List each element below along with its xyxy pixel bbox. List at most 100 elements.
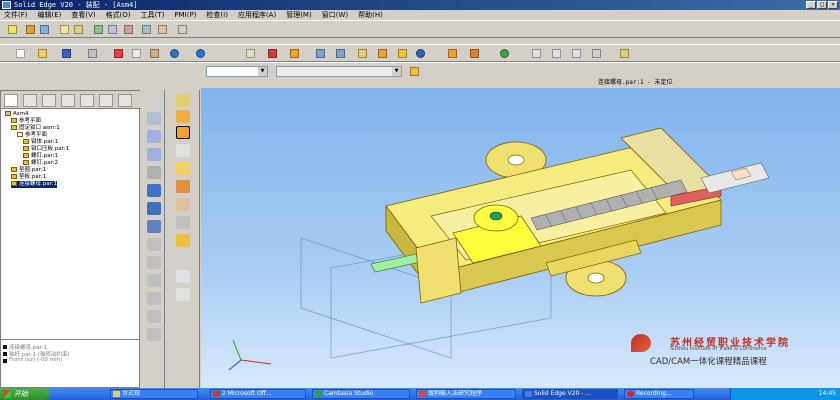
sketch-icon[interactable] xyxy=(58,23,71,36)
hole-icon[interactable] xyxy=(147,166,161,179)
display-icon[interactable] xyxy=(468,47,481,60)
tree-item[interactable]: 钳口压板.par:1 xyxy=(23,146,69,153)
insert-component-icon[interactable] xyxy=(176,162,190,175)
view-iso-icon[interactable] xyxy=(334,47,347,60)
assemble-icon[interactable] xyxy=(176,110,190,123)
inspect-icon[interactable] xyxy=(122,23,135,36)
taskbar-item[interactable]: 2 Microsoft Off... xyxy=(210,389,306,399)
format-painter-icon[interactable] xyxy=(408,65,421,78)
close-button[interactable]: × xyxy=(828,1,838,9)
replace-part-icon[interactable] xyxy=(266,47,279,60)
tab-alternate-assemblies[interactable] xyxy=(99,94,113,107)
select-arrow-icon[interactable] xyxy=(176,94,190,107)
open-file-icon[interactable] xyxy=(36,47,49,60)
revolve-icon[interactable] xyxy=(147,148,161,161)
properties-icon[interactable] xyxy=(38,23,51,36)
cutout-icon[interactable] xyxy=(147,184,161,197)
insert-part-icon[interactable] xyxy=(244,47,257,60)
group-icon[interactable] xyxy=(176,216,190,229)
tree-item[interactable]: 参考平面 xyxy=(17,132,47,139)
rotate-icon[interactable] xyxy=(498,47,511,60)
chamfer-icon[interactable] xyxy=(147,220,161,233)
style-combo[interactable]: ▼ xyxy=(206,66,268,77)
draft-icon[interactable] xyxy=(147,274,161,287)
cut-icon[interactable] xyxy=(112,47,125,60)
tab-feature-library[interactable] xyxy=(42,94,56,107)
tab-layers[interactable] xyxy=(61,94,75,107)
pattern-icon[interactable] xyxy=(147,238,161,251)
relations-icon[interactable] xyxy=(92,23,105,36)
shaded-edges-icon[interactable] xyxy=(396,47,409,60)
tree-item[interactable]: 垫板.par:1 xyxy=(11,174,46,181)
part-icon[interactable] xyxy=(72,23,85,36)
tab-parts-library[interactable] xyxy=(23,94,37,107)
mirror-icon[interactable] xyxy=(147,256,161,269)
start-button[interactable]: 开始 xyxy=(0,388,50,400)
zoom-area-icon[interactable] xyxy=(288,47,301,60)
tree-root[interactable]: Asm4 xyxy=(5,111,29,118)
zoom-in-icon[interactable] xyxy=(550,47,563,60)
shell-icon[interactable] xyxy=(147,292,161,305)
save-icon[interactable] xyxy=(60,47,73,60)
menu-pmi[interactable]: PMI(P) xyxy=(174,11,196,19)
library-icon[interactable] xyxy=(106,23,119,36)
move-part-icon[interactable] xyxy=(176,126,190,139)
rib-icon[interactable] xyxy=(147,328,161,341)
fit-icon[interactable] xyxy=(570,47,583,60)
tree-item[interactable]: 钳体.par:1 xyxy=(23,139,58,146)
menu-format[interactable]: 格式(O) xyxy=(106,10,131,20)
color-combo[interactable]: ▼ xyxy=(276,66,402,77)
menu-applications[interactable]: 应用程序(A) xyxy=(238,10,276,20)
tree-item[interactable]: 螺钉.par:1 xyxy=(23,153,58,160)
undo-icon[interactable] xyxy=(168,47,181,60)
shaded-view-icon[interactable] xyxy=(376,47,389,60)
whats-this-icon[interactable] xyxy=(618,47,631,60)
taskbar-item-active[interactable]: Solid Edge V20 - ... xyxy=(522,389,618,399)
tree-item[interactable]: 垫圈.par:1 xyxy=(11,167,46,174)
menu-file[interactable]: 文件(F) xyxy=(4,10,28,20)
menu-inspect[interactable]: 检查(I) xyxy=(206,10,228,20)
tree-item-selected[interactable]: 连接螺母.par:1 xyxy=(11,181,58,188)
menu-help[interactable]: 帮助(H) xyxy=(358,10,383,20)
thread-icon[interactable] xyxy=(147,310,161,323)
pipe-icon[interactable] xyxy=(176,288,190,301)
new-file-icon[interactable] xyxy=(14,47,27,60)
pattern-part-icon[interactable] xyxy=(176,144,190,157)
maximize-button[interactable]: □ xyxy=(817,1,827,9)
zoom-icon[interactable] xyxy=(530,47,543,60)
copy-icon[interactable] xyxy=(130,47,143,60)
tree-item[interactable]: 参考平面 xyxy=(11,118,41,125)
menu-window[interactable]: 窗口(W) xyxy=(322,10,348,20)
tab-sensors[interactable] xyxy=(80,94,94,107)
select-tool-icon[interactable] xyxy=(6,23,19,36)
menu-tools[interactable]: 工具(T) xyxy=(141,10,165,20)
menu-edit[interactable]: 编辑(E) xyxy=(38,10,62,20)
pan-icon[interactable] xyxy=(590,47,603,60)
extrude-icon[interactable] xyxy=(147,130,161,143)
arc-icon[interactable] xyxy=(147,112,161,125)
menu-manage[interactable]: 管理(M) xyxy=(286,10,312,20)
arrange-icon[interactable] xyxy=(156,23,169,36)
mirror-component-icon[interactable] xyxy=(176,198,190,211)
taskbar-item[interactable]: 台式钳 xyxy=(110,389,198,399)
edit-icon[interactable] xyxy=(24,23,37,36)
layer-icon[interactable] xyxy=(140,23,153,36)
menu-view[interactable]: 查看(V) xyxy=(71,10,95,20)
relation-plane[interactable]: Front (xz) (-00 mm) xyxy=(9,357,63,363)
sphere-view-icon[interactable] xyxy=(414,47,427,60)
tree-item[interactable]: 螺钉.par:2 xyxy=(23,160,58,167)
print-icon[interactable] xyxy=(86,47,99,60)
wire-harness-icon[interactable] xyxy=(176,252,190,265)
view-top-icon[interactable] xyxy=(356,47,369,60)
view-front-icon[interactable] xyxy=(314,47,327,60)
line-icon[interactable] xyxy=(147,94,161,107)
taskbar-item[interactable]: Recording... xyxy=(624,389,694,399)
taskbar-item[interactable]: Camtasia Studio xyxy=(312,389,410,399)
minimize-button[interactable]: _ xyxy=(806,1,816,9)
layers-icon[interactable] xyxy=(446,47,459,60)
tab-assembly-pathfinder[interactable] xyxy=(4,94,18,107)
tab-simulation[interactable] xyxy=(118,94,132,107)
tree-item[interactable]: 固定钳口 asm:1 xyxy=(11,125,60,132)
taskbar-item[interactable]: 搜狗输入法研究程序 xyxy=(416,389,516,399)
fastener-icon[interactable] xyxy=(176,234,190,247)
